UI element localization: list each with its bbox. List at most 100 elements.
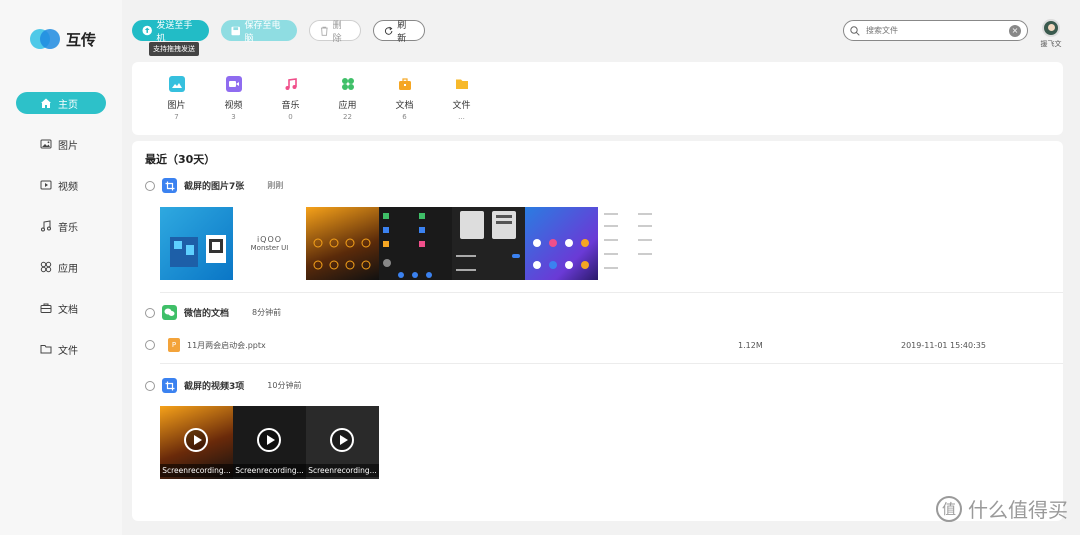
screenshot-thumbs: iQOO Monster UI <box>160 207 671 280</box>
wechat-icon <box>162 305 177 320</box>
delete-label: 删除 <box>332 20 342 44</box>
refresh-button[interactable]: 刷新 <box>373 20 425 44</box>
file-select-radio[interactable] <box>145 340 155 350</box>
group-select-radio[interactable] <box>145 380 155 391</box>
app-name: 互传 <box>66 30 97 49</box>
sidebar-item-documents[interactable]: 文档 <box>0 297 122 319</box>
briefcase-icon <box>396 76 413 92</box>
sidebar-item-label: 应用 <box>58 263 78 275</box>
category-apps[interactable]: 应用 22 <box>319 62 376 135</box>
video-name: Screenrecording... <box>306 464 379 477</box>
home-icon <box>41 98 51 108</box>
play-icon[interactable] <box>184 428 208 452</box>
group-time: 8分钟前 <box>252 308 282 317</box>
category-name: 文件 <box>452 101 471 111</box>
save-icon <box>231 26 240 35</box>
sidebar-item-label: 图片 <box>58 140 78 152</box>
sidebar-item-label: 文件 <box>58 345 78 357</box>
video-thumb[interactable]: Screenrecording... <box>306 406 379 479</box>
send-to-phone-label: 发送至手机 <box>156 20 193 44</box>
sidebar-nav: 主页 图片 视频 音乐 应用 文档 文件 <box>0 92 122 379</box>
thumb-brand: iQOO <box>256 235 283 244</box>
thumb-subtitle: Monster UI <box>250 244 289 252</box>
divider <box>160 292 1063 293</box>
send-to-phone-button[interactable]: 发送至手机 <box>132 20 209 44</box>
screenshot-thumb[interactable] <box>160 207 233 280</box>
divider <box>160 363 1063 364</box>
save-to-pc-button[interactable]: 保存至电脑 <box>221 20 297 44</box>
app-logo: 互传 <box>30 28 96 50</box>
main-area: 发送至手机 保存至电脑 删除 刷新 支持拖拽发送 × 援飞文 图片 7 <box>122 0 1080 535</box>
search-box[interactable]: × <box>843 20 1028 41</box>
file-row[interactable]: P 11月两会启动会.pptx 1.12M 2019-11-01 15:40:3… <box>145 338 1045 352</box>
category-name: 图片 <box>167 101 186 111</box>
screenshot-thumb[interactable] <box>306 207 379 280</box>
category-count: ... <box>458 113 465 121</box>
category-card: 图片 7 视频 3 音乐 0 应用 22 文档 6 文件 ... <box>132 62 1063 135</box>
briefcase-icon <box>40 303 52 313</box>
video-thumb[interactable]: Screenrecording... <box>233 406 306 479</box>
category-files[interactable]: 文件 ... <box>433 62 490 135</box>
recent-title: 最近（30天） <box>145 153 216 166</box>
file-size: 1.12M <box>738 340 763 350</box>
sidebar-item-music[interactable]: 音乐 <box>0 215 122 237</box>
apps-icon <box>40 261 52 273</box>
apps-icon <box>339 76 356 92</box>
file-date: 2019-11-01 15:40:35 <box>901 340 986 350</box>
sidebar-item-apps[interactable]: 应用 <box>0 256 122 278</box>
watermark-text: 什么值得买 <box>968 498 1068 522</box>
category-name: 文档 <box>395 101 414 111</box>
play-icon[interactable] <box>330 428 354 452</box>
group-name: 截屏的图片7张 <box>184 182 245 192</box>
play-icon[interactable] <box>257 428 281 452</box>
sidebar-item-home[interactable]: 主页 <box>16 92 106 114</box>
screenshot-thumb[interactable] <box>379 207 452 280</box>
music-icon <box>41 220 51 232</box>
screenshot-thumb[interactable]: iQOO Monster UI <box>233 207 306 280</box>
category-images[interactable]: 图片 7 <box>148 62 205 135</box>
file-name: 11月两会启动会.pptx <box>187 340 266 350</box>
folder-icon <box>453 76 470 92</box>
watermark: 值 什么值得买 <box>936 494 1068 523</box>
category-name: 音乐 <box>281 101 300 111</box>
group-name: 微信的文档 <box>184 309 230 319</box>
screenshot-thumb[interactable] <box>598 207 671 280</box>
user-profile[interactable]: 援飞文 <box>1036 19 1066 49</box>
category-count: 22 <box>343 113 352 121</box>
category-music[interactable]: 音乐 0 <box>262 62 319 135</box>
video-name: Screenrecording... <box>160 464 233 477</box>
image-icon <box>40 139 52 149</box>
trash-icon <box>320 26 328 36</box>
category-count: 0 <box>288 113 293 121</box>
save-to-pc-label: 保存至电脑 <box>244 20 281 44</box>
watermark-logo-icon: 值 <box>936 495 962 522</box>
delete-button[interactable]: 删除 <box>309 20 361 44</box>
group-select-radio[interactable] <box>145 307 155 318</box>
screenshot-thumb[interactable] <box>525 207 598 280</box>
avatar[interactable] <box>1042 19 1060 37</box>
group-select-radio[interactable] <box>145 180 155 191</box>
group-name: 截屏的视频3项 <box>184 382 245 392</box>
sidebar-item-videos[interactable]: 视频 <box>0 174 122 196</box>
category-videos[interactable]: 视频 3 <box>205 62 262 135</box>
group-screen-videos: 截屏的视频3项 10分钟前 <box>145 378 301 393</box>
sidebar-item-files[interactable]: 文件 <box>0 338 122 360</box>
clear-search-icon[interactable]: × <box>1009 24 1021 37</box>
refresh-icon <box>384 26 393 35</box>
pptx-file-icon: P <box>168 338 180 352</box>
video-icon <box>225 76 242 92</box>
category-count: 6 <box>402 113 407 121</box>
folder-icon <box>40 345 52 354</box>
user-name: 援飞文 <box>1040 40 1062 48</box>
screenshot-icon <box>162 378 177 393</box>
screenshot-icon <box>162 178 177 193</box>
category-count: 3 <box>231 113 236 121</box>
screenshot-thumb[interactable] <box>452 207 525 280</box>
sidebar-item-images[interactable]: 图片 <box>0 133 122 155</box>
search-input[interactable] <box>866 26 1003 35</box>
category-documents[interactable]: 文档 6 <box>376 62 433 135</box>
category-count: 7 <box>174 113 179 121</box>
sidebar-item-label: 主页 <box>58 99 78 111</box>
refresh-label: 刷新 <box>397 20 407 44</box>
video-thumb[interactable]: Screenrecording... <box>160 406 233 479</box>
